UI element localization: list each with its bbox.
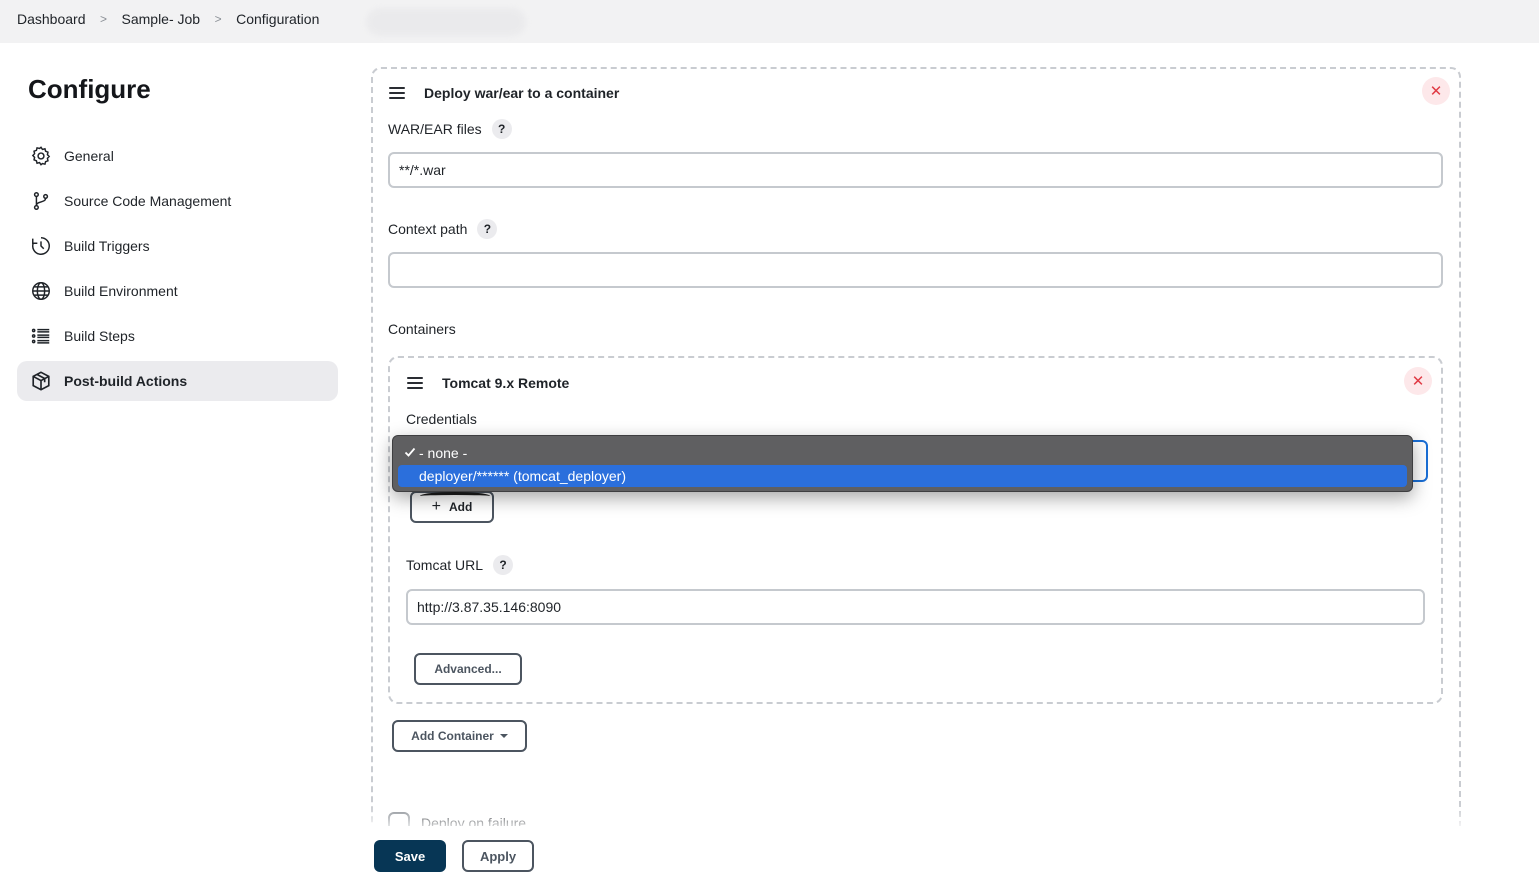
git-branch-icon <box>30 190 52 212</box>
tomcat-url-label-text: Tomcat URL <box>406 557 484 573</box>
clock-icon <box>30 235 52 257</box>
credentials-dropdown: - none - deployer/****** (tomcat_deploye… <box>392 435 1413 492</box>
breadcrumb-dashboard[interactable]: Dashboard <box>17 11 86 27</box>
advanced-button[interactable]: Advanced... <box>414 653 522 685</box>
context-path-label: Context path ? <box>388 219 498 239</box>
sidebar-item-label: General <box>64 148 114 164</box>
close-icon[interactable]: ✕ <box>1422 77 1450 105</box>
plus-icon: + <box>431 498 441 515</box>
drag-handle-icon[interactable] <box>407 377 423 389</box>
sidebar-item-general[interactable]: General <box>17 136 338 176</box>
sidebar-nav: General Source Code Management Build Tri… <box>17 136 338 406</box>
sidebar-item-build-steps[interactable]: Build Steps <box>17 316 338 356</box>
help-icon[interactable]: ? <box>491 119 512 139</box>
sidebar-item-post-build-actions[interactable]: Post-build Actions <box>17 361 338 401</box>
credentials-label: Credentials <box>406 411 477 427</box>
sidebar-item-label: Source Code Management <box>64 193 232 209</box>
checkmark-icon <box>404 447 416 457</box>
breadcrumb-configuration[interactable]: Configuration <box>236 11 319 27</box>
sidebar-item-label: Build Environment <box>64 283 178 299</box>
help-icon[interactable]: ? <box>477 219 498 239</box>
war-files-label-text: WAR/EAR files <box>388 121 482 137</box>
containers-label: Containers <box>388 321 456 337</box>
add-container-label: Add Container <box>411 729 494 743</box>
add-container-button[interactable]: Add Container <box>392 720 527 752</box>
credentials-option-none[interactable]: - none - <box>398 442 1407 464</box>
close-icon[interactable]: ✕ <box>1404 367 1432 395</box>
gear-icon <box>30 145 52 167</box>
help-icon[interactable]: ? <box>493 555 514 575</box>
package-icon <box>30 370 52 392</box>
blurred-tooltip <box>366 8 526 36</box>
chevron-right-icon: > <box>99 12 107 26</box>
war-files-label: WAR/EAR files ? <box>388 119 512 139</box>
sidebar-item-source-code-management[interactable]: Source Code Management <box>17 181 338 221</box>
chevron-right-icon: > <box>214 12 222 26</box>
context-path-label-text: Context path <box>388 221 468 237</box>
add-button-label: Add <box>449 500 473 514</box>
breadcrumb-bar: Dashboard > Sample- Job > Configuration <box>0 0 1539 43</box>
section-title: Deploy war/ear to a container <box>424 85 620 101</box>
list-icon <box>30 325 52 347</box>
apply-button[interactable]: Apply <box>462 840 534 872</box>
sidebar-item-label: Post-build Actions <box>64 373 188 389</box>
page-title: Configure <box>28 74 151 104</box>
breadcrumb: Dashboard > Sample- Job > Configuration <box>17 11 319 27</box>
option-label: - none - <box>419 445 468 461</box>
save-button[interactable]: Save <box>374 840 446 872</box>
war-files-input[interactable]: **/*.war <box>388 152 1443 188</box>
sidebar-item-build-environment[interactable]: Build Environment <box>17 271 338 311</box>
sidebar-item-build-triggers[interactable]: Build Triggers <box>17 226 338 266</box>
sidebar-item-label: Build Steps <box>64 328 135 344</box>
breadcrumb-sample-job[interactable]: Sample- Job <box>122 11 201 27</box>
tomcat-url-input[interactable]: http://3.87.35.146:8090 <box>406 589 1425 625</box>
caret-down-icon <box>499 734 508 738</box>
cursor-artifact <box>420 492 490 500</box>
tomcat-url-label: Tomcat URL ? <box>406 555 514 575</box>
globe-icon <box>30 280 52 302</box>
context-path-input[interactable] <box>388 252 1443 288</box>
drag-handle-icon[interactable] <box>389 87 405 99</box>
sidebar-item-label: Build Triggers <box>64 238 150 254</box>
credentials-option-deployer[interactable]: deployer/****** (tomcat_deployer) <box>398 465 1407 487</box>
tomcat-container-panel <box>388 356 1443 704</box>
option-label: deployer/****** (tomcat_deployer) <box>419 468 626 484</box>
container-title: Tomcat 9.x Remote <box>442 375 570 391</box>
